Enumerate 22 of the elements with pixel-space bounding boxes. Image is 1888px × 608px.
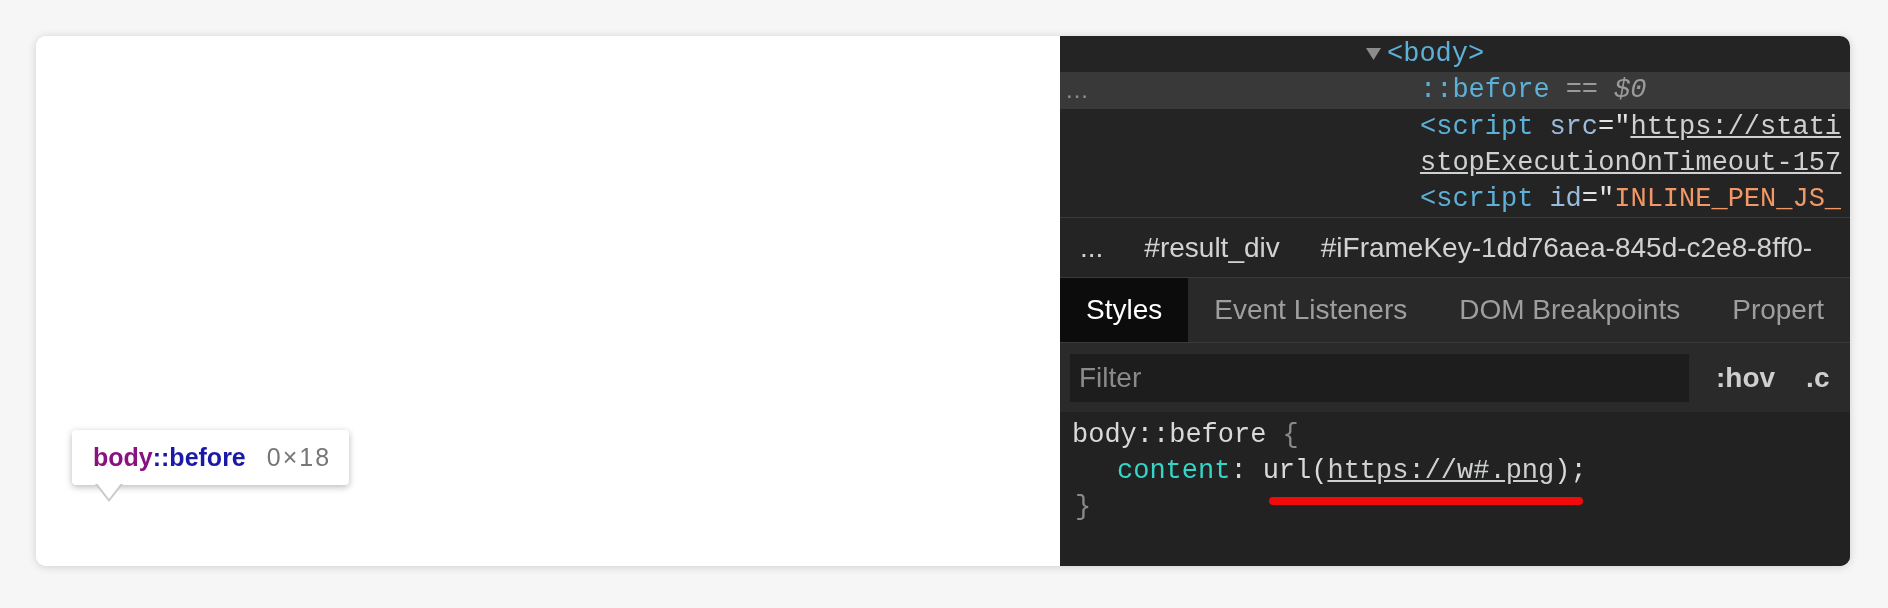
panel-tab[interactable]: Propert <box>1706 278 1850 342</box>
css-selector-line: body::before { <box>1072 420 1299 450</box>
toolbar-button[interactable]: .c <box>1806 356 1830 399</box>
size-label: 0×18 <box>266 441 332 473</box>
breadcrumb-item[interactable]: ... <box>1080 226 1104 269</box>
dom-tree-row[interactable]: ... ::before == $0 <box>1060 72 1850 109</box>
dom-tree-row[interactable]: <body> <box>1060 36 1850 72</box>
triangle-icon[interactable] <box>1366 48 1381 60</box>
selector-label: body::before <box>93 441 246 473</box>
dom-tree-row[interactable]: <script id="INLINE_PEN_JS_ <box>1060 181 1850 217</box>
css-value: url(https://w#.png); <box>1262 456 1587 486</box>
more-button[interactable]: ... <box>1066 76 1089 103</box>
css-closing-brace: } <box>1075 491 1092 524</box>
panel-tab[interactable]: Styles <box>1060 278 1189 342</box>
panel-tab[interactable]: DOM Breakpoints <box>1433 278 1707 342</box>
toolbar-button[interactable]: :hov <box>1716 356 1776 399</box>
panel-tab[interactable]: Event Listeners <box>1188 278 1434 342</box>
breadcrumb-item[interactable]: #result_div <box>1144 226 1280 269</box>
dom-tree-row[interactable]: <script src="https://stati stopExecutionOnTimeout-157 <box>1060 109 1850 181</box>
filter-field[interactable]: Filter <box>1070 353 1689 402</box>
css-property: content: <box>1117 455 1247 488</box>
breadcrumb-item[interactable]: #iFrameKey-1dd76aea-845d-c2e8-8ff0- <box>1320 226 1813 269</box>
